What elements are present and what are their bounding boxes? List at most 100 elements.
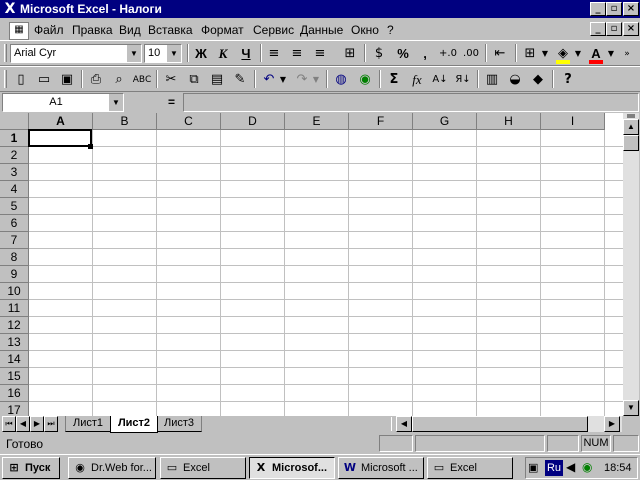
menu-tools[interactable]: Сервис (253, 23, 294, 37)
new-file-icon[interactable]: ▯ (10, 70, 32, 90)
format-painter-icon[interactable]: ✎ (229, 70, 251, 90)
bold-button[interactable]: Ж (190, 44, 212, 64)
scroll-down-icon[interactable]: ▼ (623, 400, 639, 416)
copy-icon[interactable]: ⧉ (183, 70, 205, 90)
toolbar-grip[interactable] (4, 44, 7, 62)
chevron-down-icon[interactable]: ▼ (573, 44, 583, 64)
column-header-a[interactable]: A (29, 113, 93, 130)
increase-decimal-icon[interactable]: +.0 (437, 44, 459, 64)
column-header-b[interactable]: B (93, 113, 157, 130)
horizontal-scrollbar[interactable]: ◀ ▶ (396, 416, 622, 432)
italic-button[interactable]: К (212, 44, 234, 64)
percent-button[interactable]: % (392, 44, 414, 64)
font-name-box[interactable]: Arial Cyr ▼ (10, 44, 142, 63)
sheet-tab-1[interactable]: Лист1 (65, 416, 110, 432)
column-header-h[interactable]: H (477, 113, 541, 130)
last-sheet-icon[interactable]: ⏭ (44, 416, 58, 432)
chevron-down-icon[interactable]: ▼ (606, 44, 616, 64)
excel-app-icon[interactable]: X (2, 1, 18, 17)
task-drweb[interactable]: ◉ Dr.Web for... (68, 457, 156, 479)
open-folder-icon[interactable]: ▭ (33, 70, 55, 90)
row-header-11[interactable]: 11 (0, 300, 29, 317)
align-right-icon[interactable]: ≡ (309, 44, 331, 64)
formula-input[interactable] (183, 93, 639, 112)
task-microsoft-excel[interactable]: X Microsof... (249, 457, 335, 479)
menu-data[interactable]: Данные (300, 23, 343, 37)
chevron-down-icon[interactable]: ▼ (540, 44, 550, 64)
name-box[interactable]: A1 ▼ (2, 93, 124, 112)
undo-icon[interactable]: ↶ (258, 70, 280, 90)
menu-window[interactable]: Окно (351, 23, 379, 37)
row-header-8[interactable]: 8 (0, 249, 29, 266)
volume-icon[interactable]: ◀ (566, 460, 575, 474)
row-header-12[interactable]: 12 (0, 317, 29, 334)
comma-style-button[interactable]: , (414, 44, 436, 64)
sort-descending-icon[interactable]: Я↓ (452, 70, 474, 90)
menu-format[interactable]: Формат (201, 23, 244, 37)
underline-button[interactable]: Ч (235, 44, 257, 64)
menu-edit[interactable]: Правка (72, 23, 113, 37)
sort-ascending-icon[interactable]: A↓ (429, 70, 451, 90)
chevron-down-icon[interactable]: ▼ (278, 70, 288, 90)
save-icon[interactable]: ▣ (56, 70, 78, 90)
row-header-6[interactable]: 6 (0, 215, 29, 232)
function-wizard-button[interactable]: fx (406, 70, 428, 90)
column-header-f[interactable]: F (349, 113, 413, 130)
task-excel-folder-2[interactable]: ▭ Excel (427, 457, 513, 479)
column-header-c[interactable]: C (157, 113, 221, 130)
toolbar-more-icon[interactable]: » (620, 44, 634, 64)
active-cell[interactable] (28, 129, 92, 147)
column-header-g[interactable]: G (413, 113, 477, 130)
next-sheet-icon[interactable]: ▶ (30, 416, 44, 432)
menu-view[interactable]: Вид (119, 23, 141, 37)
close-button[interactable]: × (623, 2, 639, 16)
scroll-left-icon[interactable]: ◀ (396, 416, 412, 432)
autosum-button[interactable]: Σ (383, 70, 405, 90)
font-size-box[interactable]: 10 ▼ (144, 44, 182, 63)
chevron-down-icon[interactable]: ▼ (166, 45, 181, 62)
sheet-tab-2-active[interactable]: Лист2 (110, 416, 158, 433)
borders-icon[interactable]: ⊞ (519, 44, 541, 64)
align-left-icon[interactable]: ≡ (263, 44, 285, 64)
vertical-scrollbar[interactable]: ▲ ▼ (623, 113, 639, 416)
minimize-button[interactable]: _ (590, 2, 606, 16)
horizontal-scroll-thumb[interactable] (412, 416, 588, 432)
maximize-button[interactable]: ▫ (606, 2, 622, 16)
row-header-7[interactable]: 7 (0, 232, 29, 249)
sheet-tab-3[interactable]: Лист3 (157, 416, 202, 432)
drawing-icon[interactable]: ◆ (527, 70, 549, 90)
row-header-15[interactable]: 15 (0, 368, 29, 385)
scroll-up-icon[interactable]: ▲ (623, 119, 639, 135)
task-microsoft-word[interactable]: W Microsoft ... (338, 457, 424, 479)
workbook-icon[interactable]: ▦ (9, 22, 29, 40)
map-icon[interactable]: ◒ (504, 70, 526, 90)
scheduler-icon[interactable]: ▣ (528, 461, 538, 474)
doc-restore-button[interactable]: ▫ (606, 22, 622, 36)
decrease-decimal-icon[interactable]: .00 (460, 44, 482, 64)
prev-sheet-icon[interactable]: ◀ (16, 416, 30, 432)
worksheet-grid[interactable]: ABCDEFGHI 1 2 3 4 5 6 7 8 9 10 11 12 13 14 15 16 17 (0, 113, 623, 416)
formula-equals[interactable]: = (168, 95, 175, 109)
row-header-10[interactable]: 10 (0, 283, 29, 300)
start-button[interactable]: ⊞ Пуск (2, 457, 60, 479)
first-sheet-icon[interactable]: ⏮ (2, 416, 16, 432)
cut-icon[interactable]: ✂ (160, 70, 182, 90)
scroll-thumb[interactable] (623, 135, 639, 151)
paste-icon[interactable]: ▤ (206, 70, 228, 90)
chevron-down-icon[interactable]: ▼ (311, 70, 321, 90)
column-header-i[interactable]: I (541, 113, 605, 130)
currency-icon[interactable]: $ (368, 44, 390, 64)
row-header-13[interactable]: 13 (0, 334, 29, 351)
align-center-icon[interactable]: ≡ (286, 44, 308, 64)
menu-insert[interactable]: Вставка (148, 23, 193, 37)
row-header-5[interactable]: 5 (0, 198, 29, 215)
chevron-down-icon[interactable]: ▼ (108, 94, 123, 111)
row-header-17[interactable]: 17 (0, 402, 29, 416)
language-indicator[interactable]: Ru (545, 460, 563, 476)
doc-close-button[interactable]: × (623, 22, 639, 36)
row-header-4[interactable]: 4 (0, 181, 29, 198)
row-header-3[interactable]: 3 (0, 164, 29, 181)
row-header-2[interactable]: 2 (0, 147, 29, 164)
indent-icon[interactable]: ⇤ (489, 44, 511, 64)
row-header-14[interactable]: 14 (0, 351, 29, 368)
